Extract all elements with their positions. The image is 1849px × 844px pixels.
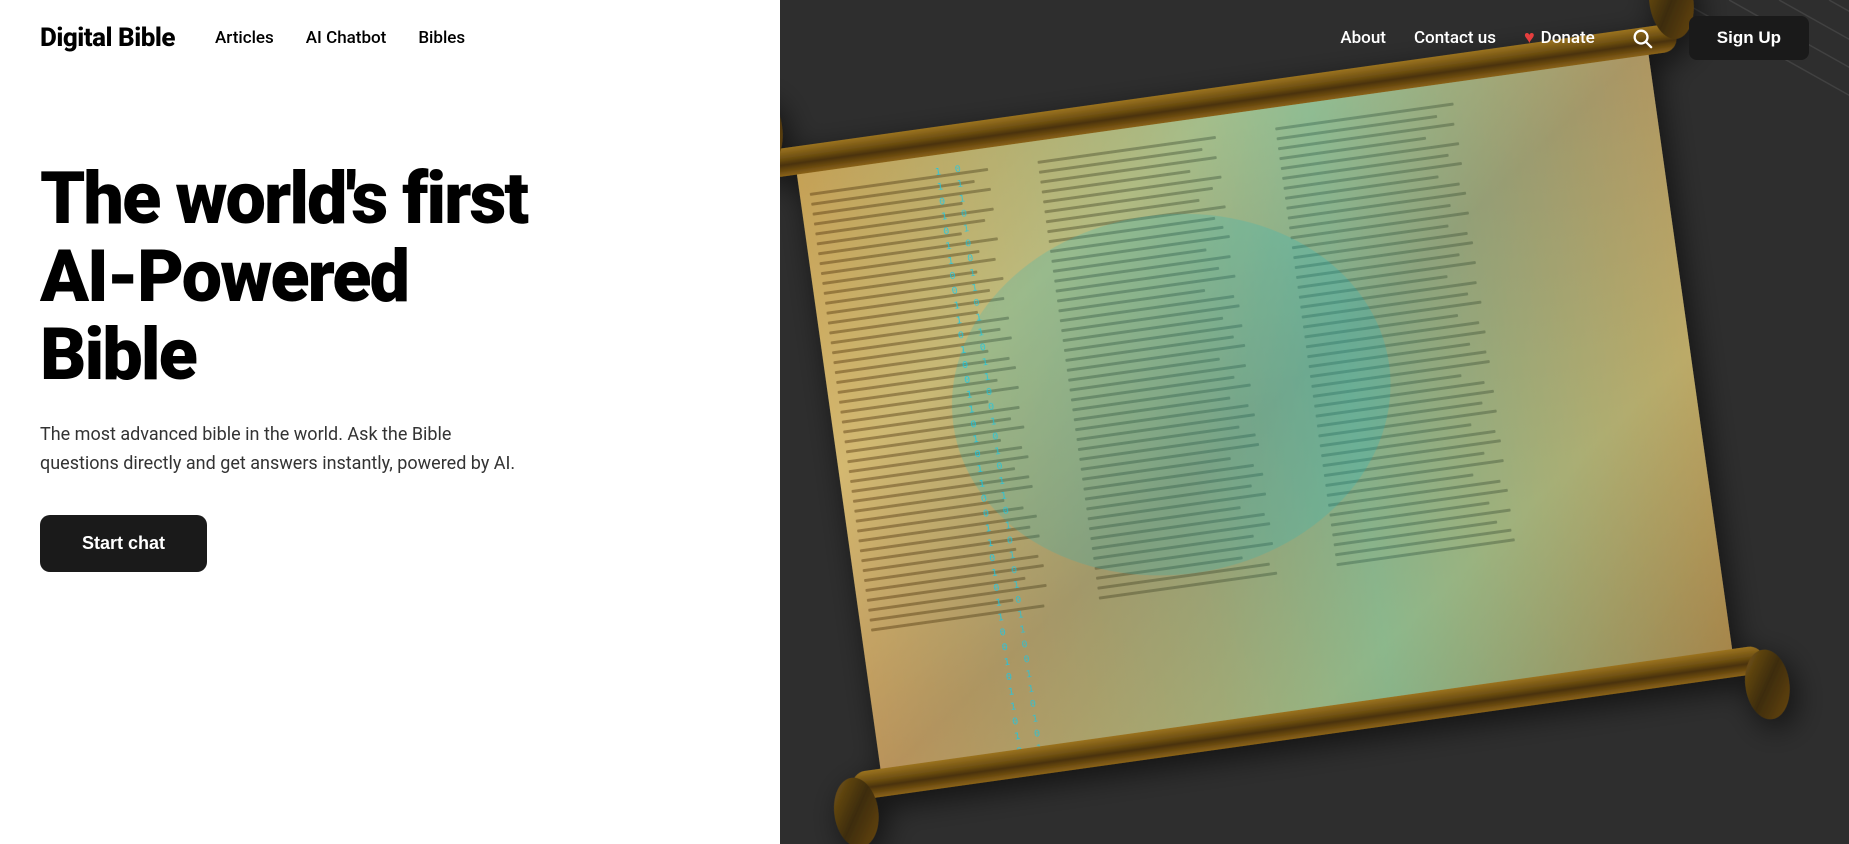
hero-title-line1: The world's first [40,156,527,241]
page-wrapper: 1 1 0 1 0 1 1 0 0 1 1 0 1 0 0 1 1 [0,0,1849,844]
nav-chatbot-link[interactable]: AI Chatbot [306,28,387,48]
site-logo[interactable]: Digital Bible [40,23,175,53]
nav-bibles-link[interactable]: Bibles [418,28,465,48]
hero-title-line2: AI-Powered [40,234,408,319]
nav-links-left: Articles AI Chatbot Bibles [215,28,465,48]
signup-button[interactable]: Sign Up [1689,16,1809,60]
nav-articles-link[interactable]: Articles [215,28,274,48]
search-button[interactable] [1627,23,1657,53]
nav-left: Digital Bible Articles AI Chatbot Bibles [40,23,465,53]
navigation: Digital Bible Articles AI Chatbot Bibles… [0,0,1849,75]
hero-subtitle: The most advanced bible in the world. As… [40,421,520,479]
hero-content: The world's first AI-Powered Bible The m… [40,160,600,572]
right-panel: 1 1 0 1 0 1 1 0 0 1 1 0 1 0 0 1 1 [780,0,1849,844]
nav-about-link[interactable]: About [1340,28,1386,48]
hero-title-line3: Bible [40,312,196,397]
hero-title: The world's first AI-Powered Bible [40,160,600,393]
heart-icon: ♥ [1524,27,1535,48]
search-icon [1631,27,1653,49]
bible-scroll-illustration: 1 1 0 1 0 1 1 0 0 1 1 0 1 0 0 1 1 [780,0,1849,844]
nav-links-right: About Contact us ♥ Donate [1340,27,1594,48]
nav-contact-link[interactable]: Contact us [1414,28,1496,48]
start-chat-button[interactable]: Start chat [40,515,207,572]
nav-donate-link[interactable]: ♥ Donate [1524,27,1595,48]
nav-donate-label: Donate [1541,28,1595,48]
nav-right: About Contact us ♥ Donate Sign Up [1340,16,1809,60]
